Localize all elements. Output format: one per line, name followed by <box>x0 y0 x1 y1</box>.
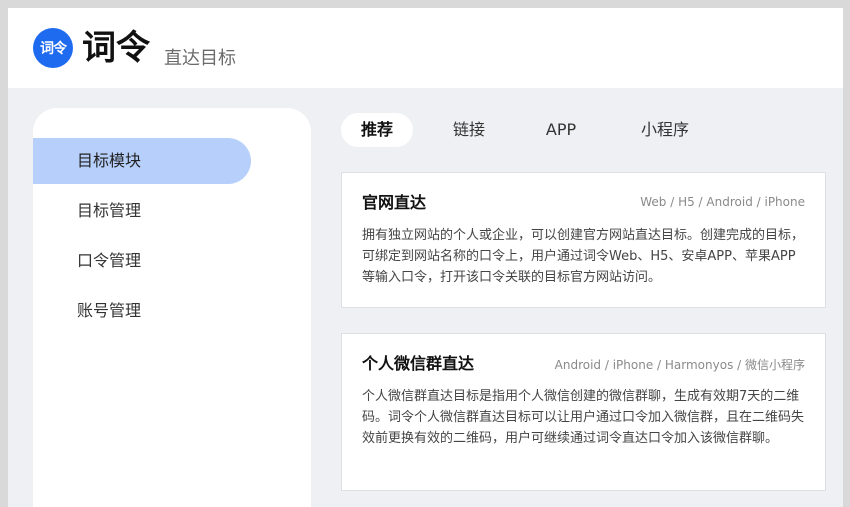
sidebar-item-target-management[interactable]: 目标管理 <box>33 188 251 234</box>
tab-app[interactable]: APP <box>529 113 593 147</box>
tab-links[interactable]: 链接 <box>437 113 501 147</box>
card-description: 个人微信群直达目标是指用个人微信创建的微信群聊，生成有效期7天的二维码。词令个人… <box>362 389 805 446</box>
logo-badge[interactable]: 词令 <box>33 28 73 68</box>
tab-mini-program[interactable]: 小程序 <box>623 113 707 147</box>
card-title: 官网直达 <box>362 193 427 212</box>
target-card-wechat-group[interactable]: 个人微信群直达 Android / iPhone / Harmonyos / 微… <box>341 333 826 491</box>
card-description: 拥有独立网站的个人或企业，可以创建官方网站直达目标。创建完成的目标，可绑定到网站… <box>362 228 805 285</box>
sidebar: 目标模块 目标管理 口令管理 账号管理 <box>33 108 311 507</box>
card-platforms: Android / iPhone / Harmonyos / 微信小程序 <box>554 358 805 372</box>
header: 词令 词令 直达目标 <box>8 8 843 88</box>
sidebar-item-account-management[interactable]: 账号管理 <box>33 288 251 334</box>
card-title: 个人微信群直达 <box>362 354 475 373</box>
sidebar-item-target-module[interactable]: 目标模块 <box>33 138 251 184</box>
card-platforms: Web / H5 / Android / iPhone <box>640 195 805 209</box>
brand-tagline: 直达目标 <box>164 48 236 69</box>
tab-recommended[interactable]: 推荐 <box>341 113 413 147</box>
sidebar-item-command-management[interactable]: 口令管理 <box>33 238 251 284</box>
target-card-website[interactable]: 官网直达 Web / H5 / Android / iPhone 拥有独立网站的… <box>341 172 826 308</box>
brand-name: 词令 <box>82 28 150 68</box>
app-frame: 词令 词令 直达目标 目标模块 目标管理 口令管理 账号管理 推荐 链接 APP… <box>8 8 843 507</box>
